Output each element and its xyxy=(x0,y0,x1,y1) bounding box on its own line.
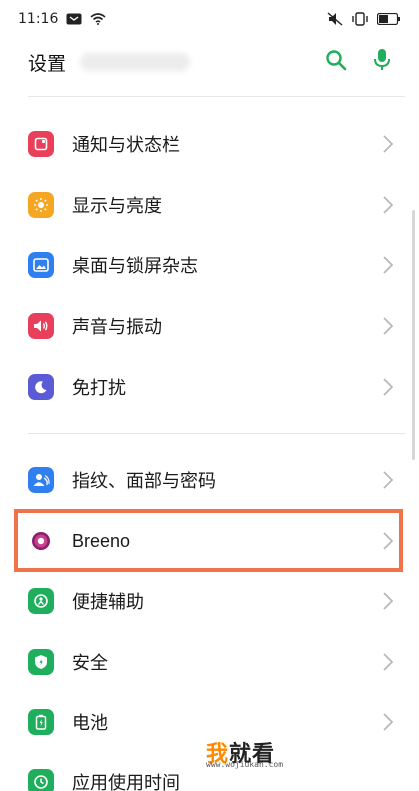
accessibility-icon xyxy=(28,588,54,614)
notification-icon xyxy=(66,13,82,25)
chevron-right-icon xyxy=(383,317,393,335)
app-header: 设置 xyxy=(0,38,419,86)
chevron-right-icon xyxy=(383,135,393,153)
fingerprint-face-icon xyxy=(28,467,54,493)
setting-label: 便捷辅助 xyxy=(72,592,144,613)
notification-bar-icon xyxy=(28,131,54,157)
sun-icon xyxy=(28,192,54,218)
setting-sound[interactable]: 声音与振动 xyxy=(0,296,419,356)
setting-notifications[interactable]: 通知与状态栏 xyxy=(0,114,419,174)
wallpaper-icon xyxy=(28,252,54,278)
shield-icon xyxy=(28,649,54,675)
divider xyxy=(28,433,405,434)
setting-biometrics[interactable]: 指纹、面部与密码 xyxy=(0,450,419,510)
setting-security[interactable]: 安全 xyxy=(0,632,419,692)
watermark-logo: 我就看 www.wojiukan.com xyxy=(206,736,336,770)
status-bar: 11:16 xyxy=(0,0,419,38)
setting-label: 指纹、面部与密码 xyxy=(72,471,216,492)
scrollbar[interactable] xyxy=(412,210,415,460)
status-time: 11:16 xyxy=(18,11,59,27)
chevron-right-icon xyxy=(383,378,393,396)
setting-accessibility[interactable]: 便捷辅助 xyxy=(0,571,419,631)
chevron-right-icon xyxy=(383,196,393,214)
chevron-right-icon xyxy=(383,592,393,610)
setting-label: 通知与状态栏 xyxy=(72,135,180,156)
setting-label: 应用使用时间 xyxy=(72,773,180,791)
chevron-right-icon xyxy=(383,713,393,731)
setting-do-not-disturb[interactable]: 免打扰 xyxy=(0,357,419,417)
speaker-icon xyxy=(28,313,54,339)
wifi-icon xyxy=(90,13,106,25)
setting-label: 声音与振动 xyxy=(72,317,162,338)
setting-label: 免打扰 xyxy=(72,378,126,399)
divider xyxy=(28,96,405,97)
vibrate-icon xyxy=(351,12,369,26)
chevron-right-icon xyxy=(383,471,393,489)
setting-label: 显示与亮度 xyxy=(72,196,162,217)
battery-setting-icon xyxy=(28,709,54,735)
mute-icon xyxy=(327,12,343,26)
setting-label: 桌面与锁屏杂志 xyxy=(72,256,198,277)
setting-label: 安全 xyxy=(72,653,108,674)
highlight-box xyxy=(14,509,403,572)
search-icon[interactable] xyxy=(325,49,347,75)
setting-display[interactable]: 显示与亮度 xyxy=(0,175,419,235)
page-title: 设置 xyxy=(28,52,67,75)
battery-icon xyxy=(377,13,401,25)
chevron-right-icon xyxy=(383,256,393,274)
blurred-text xyxy=(80,53,191,71)
app-usage-icon xyxy=(28,769,54,791)
watermark-url: www.wojiukan.com xyxy=(206,760,284,769)
setting-wallpaper[interactable]: 桌面与锁屏杂志 xyxy=(0,235,419,295)
moon-icon xyxy=(28,374,54,400)
mic-icon[interactable] xyxy=(373,48,391,76)
setting-label: 电池 xyxy=(72,713,108,734)
chevron-right-icon xyxy=(383,653,393,671)
